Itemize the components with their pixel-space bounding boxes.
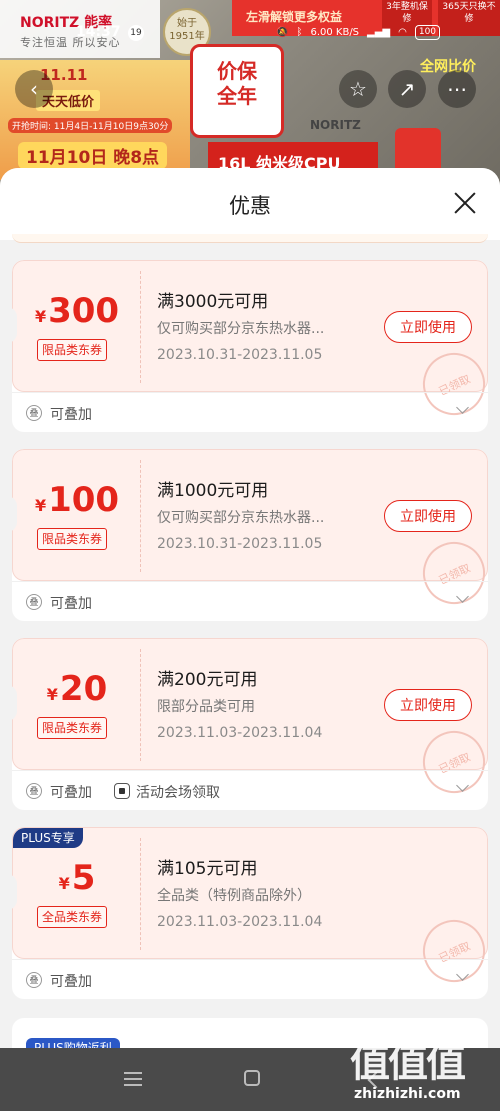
status-time: 14:37 xyxy=(76,24,121,40)
product-brand-label: NORITZ xyxy=(310,118,361,132)
poster-time: 开抢时间: 11月4日-11月10日9点30分 xyxy=(8,118,173,133)
coupon-divider xyxy=(140,271,141,383)
coupon-scope: 仅可购买部分京东热水器... xyxy=(157,510,325,526)
watermark-url: zhizhizhi.com xyxy=(354,1086,461,1102)
coupon-card: ¥100 限品类东券 满1000元可用 仅可购买部分京东热水器... 2023.… xyxy=(12,449,488,621)
coupon-body: ¥100 限品类东券 满1000元可用 仅可购买部分京东热水器... 2023.… xyxy=(12,449,488,615)
home-icon[interactable] xyxy=(244,1070,260,1086)
coupon-divider xyxy=(140,460,141,572)
use-now-button[interactable]: 立即使用 xyxy=(384,689,472,721)
coupon-scope: 限部分品类可用 xyxy=(157,699,255,715)
back-button[interactable]: ‹ xyxy=(15,70,53,108)
stackable-icon: 叠 xyxy=(26,594,42,610)
shield-line2: 全年 xyxy=(217,84,257,108)
coupon-dates: 2023.10.31-2023.11.05 xyxy=(157,347,323,363)
more-icon: ⋯ xyxy=(447,77,467,101)
chevron-down-icon[interactable] xyxy=(456,968,469,981)
shield-line1: 价保 xyxy=(217,59,257,83)
coupon-card: ¥20 限品类东券 满200元可用 限部分品类可用 2023.11.03-202… xyxy=(12,638,488,810)
category-tag: 限品类东券 xyxy=(37,528,108,550)
coupon-card: ¥5 全品类东券 满105元可用 全品类（特例商品除外） 2023.11.03-… xyxy=(12,827,488,999)
stackable-icon: 叠 xyxy=(26,783,42,799)
category-tag: 全品类东券 xyxy=(37,906,108,928)
currency-symbol: ¥ xyxy=(46,685,58,704)
category-tag: 限品类东券 xyxy=(37,339,108,361)
venue-label[interactable]: 活动会场领取 xyxy=(136,782,220,802)
use-now-button[interactable]: 立即使用 xyxy=(384,311,472,343)
coupon-condition: 满200元可用 xyxy=(157,670,258,690)
plus-badge: PLUS专享 xyxy=(13,828,83,848)
watermark: 值值值 zhizhizhi.com xyxy=(350,1030,500,1111)
coupon-dates: 2023.11.03-2023.11.04 xyxy=(157,725,323,741)
coupon-scope: 仅可购买部分京东热水器... xyxy=(157,321,325,337)
coupon-body: ¥20 限品类东券 满200元可用 限部分品类可用 2023.11.03-202… xyxy=(12,638,488,804)
coupon-amount: ¥5 xyxy=(13,858,141,898)
poster-cta: 11月10日 晚8点 xyxy=(18,142,168,169)
notification-badge: 19 xyxy=(128,25,144,41)
coupon-footer[interactable]: 叠 可叠加 xyxy=(12,959,488,999)
status-icons: 🔕 ᛒ 6.00 KB/S ▂▄▆ ◠ 100 xyxy=(276,22,441,42)
coupon-dates: 2023.10.31-2023.11.05 xyxy=(157,536,323,552)
coupon-amount: ¥20 xyxy=(13,669,141,709)
coupon-condition: 满105元可用 xyxy=(157,859,258,879)
share-button[interactable]: ↗ xyxy=(388,70,426,108)
coupon-divider xyxy=(140,649,141,761)
currency-symbol: ¥ xyxy=(34,496,47,515)
amount-value: 100 xyxy=(48,480,120,520)
bluetooth-icon: ᛒ xyxy=(296,26,303,38)
stackable-label: 可叠加 xyxy=(50,407,92,423)
amount-value: 5 xyxy=(71,858,96,898)
stackable-label: 可叠加 xyxy=(50,596,92,612)
stackable-label: 可叠加 xyxy=(50,974,92,990)
wifi-icon: ◠ xyxy=(398,26,407,38)
amount-value: 20 xyxy=(59,669,108,709)
plus-rebate-badge: PLUS购物返利 xyxy=(26,1038,120,1048)
net-speed: 6.00 KB/S xyxy=(310,26,360,38)
close-icon[interactable] xyxy=(452,190,478,216)
stackable-icon: 叠 xyxy=(26,405,42,421)
previous-card-edge xyxy=(12,234,488,243)
battery-icon: 100 xyxy=(414,24,441,40)
currency-symbol: ¥ xyxy=(34,307,47,326)
sheet-title: 优惠 xyxy=(229,194,271,218)
stackable-icon: 叠 xyxy=(26,972,42,988)
coupon-footer[interactable]: 叠 可叠加 xyxy=(12,581,488,621)
chevron-down-icon[interactable] xyxy=(456,401,469,414)
coupon-dates: 2023.11.03-2023.11.04 xyxy=(157,914,323,930)
favorite-button[interactable]: ☆ xyxy=(339,70,377,108)
chevron-left-icon: ‹ xyxy=(30,77,38,101)
coupon-body: ¥5 全品类东券 满105元可用 全品类（特例商品除外） 2023.11.03-… xyxy=(12,827,488,993)
venue-icon xyxy=(114,783,130,799)
signal-icon: ▂▄▆ xyxy=(367,26,391,38)
coupon-card: ¥300 限品类东券 满3000元可用 仅可购买部分京东热水器... 2023.… xyxy=(12,260,488,432)
more-button[interactable]: ⋯ xyxy=(438,70,476,108)
watermark-logo: 值值值 xyxy=(350,1040,466,1086)
mute-icon: 🔕 xyxy=(276,26,289,38)
coupon-scope: 全品类（特例商品除外） xyxy=(157,888,311,904)
menu-icon[interactable] xyxy=(124,1072,142,1086)
coupon-amount: ¥300 xyxy=(13,291,141,331)
coupon-footer[interactable]: 叠 可叠加 活动会场领取 xyxy=(12,770,488,810)
coupon-sheet: 优惠 ¥300 限品类东券 满3000元可用 仅可购买部分京东热水器... 20… xyxy=(0,168,500,1048)
chevron-down-icon[interactable] xyxy=(456,779,469,792)
replace-tag: 365天只换不修 xyxy=(438,0,500,36)
coupon-footer[interactable]: 叠 可叠加 xyxy=(12,392,488,432)
star-icon: ☆ xyxy=(349,77,367,101)
chevron-down-icon[interactable] xyxy=(456,590,469,603)
share-icon: ↗ xyxy=(398,77,416,101)
use-now-button[interactable]: 立即使用 xyxy=(384,500,472,532)
coupon-condition: 满1000元可用 xyxy=(157,481,269,501)
sheet-header: 优惠 xyxy=(0,168,500,240)
coupon-body: ¥300 限品类东券 满3000元可用 仅可购买部分京东热水器... 2023.… xyxy=(12,260,488,426)
currency-symbol: ¥ xyxy=(58,874,70,893)
price-protect-badge: 价保 全年 xyxy=(190,44,284,138)
coupon-divider xyxy=(140,838,141,950)
stackable-label: 可叠加 xyxy=(50,785,92,801)
amount-value: 300 xyxy=(48,291,120,331)
coupon-condition: 满3000元可用 xyxy=(157,292,269,312)
coupon-amount: ¥100 xyxy=(13,480,141,520)
category-tag: 限品类东券 xyxy=(37,717,108,739)
